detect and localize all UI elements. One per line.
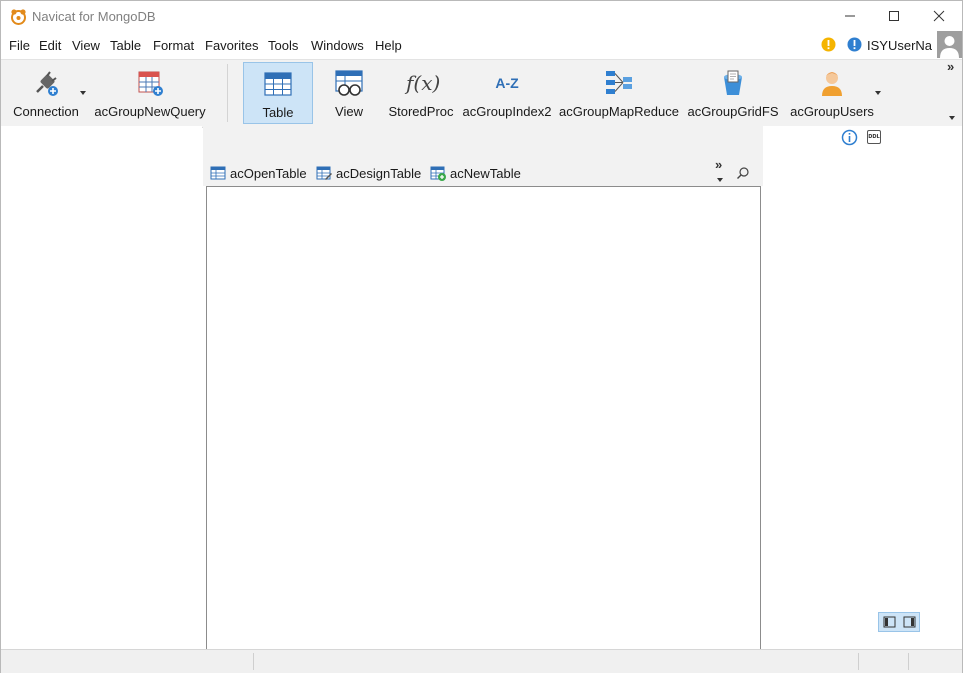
view-label: View — [335, 104, 363, 119]
function-icon: f(x) — [406, 71, 441, 95]
index-button[interactable]: A-Z acGroupIndex2 — [461, 62, 553, 124]
users-label: acGroupUsers — [790, 104, 874, 119]
toolbar-separator — [227, 64, 228, 122]
storedproc-button[interactable]: f(x) StoredProc — [386, 62, 456, 124]
a-z-icon: A-Z — [495, 75, 519, 91]
minimize-icon — [845, 15, 855, 17]
detail-view-button[interactable] — [901, 615, 919, 629]
open-table-action[interactable]: acOpenTable — [210, 164, 307, 182]
design-table-label: acDesignTable — [336, 165, 422, 181]
view-glasses-icon — [335, 70, 363, 96]
object-toolbar-overflow[interactable]: » — [715, 157, 722, 172]
new-table-label: acNewTable — [450, 165, 521, 181]
design-table-icon — [316, 166, 332, 180]
list-view-button[interactable] — [881, 615, 899, 629]
menu-edit[interactable]: Edit — [39, 38, 61, 53]
menu-table[interactable]: Table — [110, 38, 141, 53]
close-icon — [933, 10, 945, 22]
main-toolbar: Connection acGroupNewQuery Table View f(… — [1, 59, 962, 128]
maximize-button[interactable] — [871, 1, 917, 31]
map-reduce-button[interactable]: acGroupMapReduce — [558, 62, 680, 124]
storedproc-label: StoredProc — [388, 104, 454, 119]
avatar[interactable] — [937, 31, 962, 58]
users-button[interactable]: acGroupUsers — [788, 62, 876, 124]
view-mode-toggle — [878, 612, 920, 632]
index-label: acGroupIndex2 — [462, 104, 552, 119]
connection-label: Connection — [13, 104, 79, 119]
status-divider — [253, 653, 254, 670]
panel-left-icon — [883, 616, 896, 628]
map-reduce-label: acGroupMapReduce — [559, 104, 679, 119]
user-icon — [822, 72, 842, 96]
warning-icon[interactable] — [821, 37, 836, 52]
info-pane: DDL — [763, 126, 962, 648]
status-divider — [858, 653, 859, 670]
object-toolbar-overflow-arrow[interactable] — [717, 178, 723, 182]
navigation-pane[interactable] — [1, 126, 202, 648]
title-bar: Navicat for MongoDB — [1, 1, 962, 32]
user-avatar-icon — [940, 36, 959, 58]
menu-tools[interactable]: Tools — [268, 38, 298, 53]
table-label: Table — [262, 105, 294, 120]
new-query-label: acGroupNewQuery — [94, 104, 206, 119]
status-bar — [1, 649, 962, 673]
ddl-icon[interactable]: DDL — [867, 130, 881, 144]
menu-bar: File Edit View Table Format Favorites To… — [1, 31, 962, 58]
menu-windows[interactable]: Windows — [311, 38, 364, 53]
object-toolbar: acOpenTable acDesignTable acNewTable » — [203, 126, 763, 186]
gridfs-bucket-icon — [724, 70, 742, 95]
menu-favorites[interactable]: Favorites — [205, 38, 258, 53]
status-divider — [908, 653, 909, 670]
menu-view[interactable]: View — [72, 38, 100, 53]
navicat-logo-icon — [11, 9, 26, 25]
toolbar-overflow-arrow[interactable] — [949, 116, 955, 120]
menu-file[interactable]: File — [9, 38, 30, 53]
open-table-icon — [210, 166, 226, 180]
info-icon[interactable] — [841, 129, 858, 146]
search-icon[interactable] — [736, 166, 750, 180]
new-table-action[interactable]: acNewTable — [430, 164, 521, 182]
map-reduce-icon — [606, 71, 632, 94]
window-title: Navicat for MongoDB — [32, 9, 156, 24]
connection-plug-icon — [36, 71, 58, 96]
open-table-label: acOpenTable — [230, 165, 307, 181]
connection-button[interactable]: Connection — [7, 62, 85, 124]
user-name[interactable]: ISYUserNa — [867, 38, 932, 53]
minimize-button[interactable] — [827, 1, 873, 31]
new-query-button[interactable]: acGroupNewQuery — [91, 62, 209, 124]
connection-dropdown-arrow[interactable] — [80, 91, 86, 95]
view-button[interactable]: View — [319, 62, 379, 124]
info-notice-icon[interactable] — [847, 37, 862, 52]
menu-format[interactable]: Format — [153, 38, 194, 53]
menu-help[interactable]: Help — [375, 38, 402, 53]
object-list-area[interactable] — [206, 186, 761, 650]
table-icon — [264, 72, 292, 96]
toolbar-overflow-chevron[interactable]: » — [947, 59, 954, 74]
users-dropdown-arrow[interactable] — [875, 91, 881, 95]
design-table-action[interactable]: acDesignTable — [316, 164, 421, 182]
maximize-icon — [889, 11, 899, 21]
panel-right-icon — [903, 616, 916, 628]
gridfs-button[interactable]: acGroupGridFS — [686, 62, 780, 124]
close-button[interactable] — [916, 1, 962, 31]
table-button[interactable]: Table — [243, 62, 313, 124]
app-window: Navicat for MongoDB File Edit View Table… — [0, 0, 963, 673]
new-table-icon — [430, 166, 446, 181]
new-query-icon — [138, 71, 163, 96]
gridfs-label: acGroupGridFS — [687, 104, 779, 119]
